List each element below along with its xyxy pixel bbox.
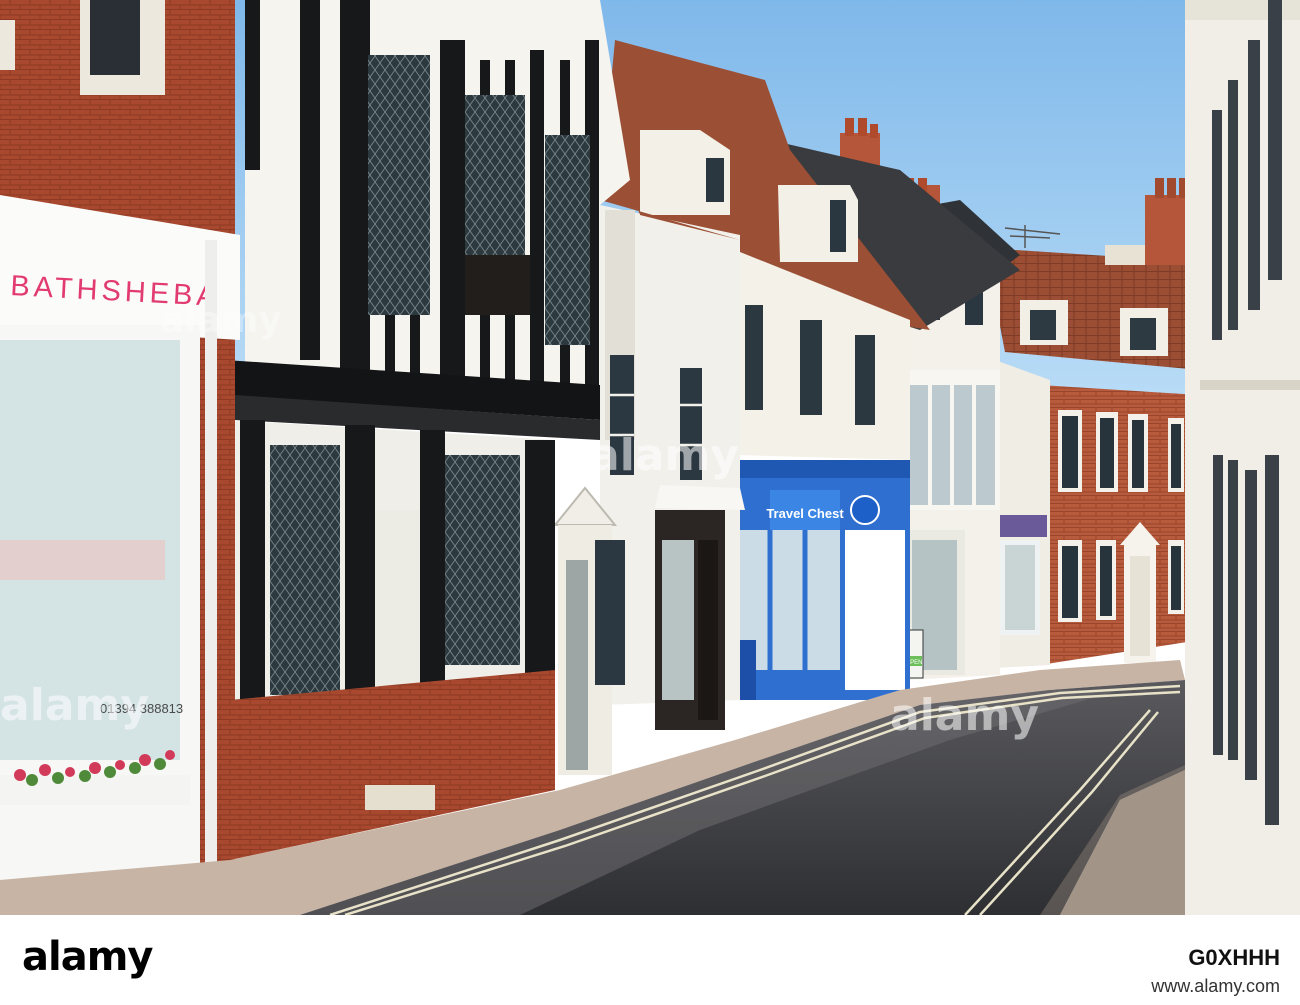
phone-number: 01394 388813 <box>100 701 183 716</box>
image-id-block: G0XHHH www.alamy.com <box>1151 944 1280 1000</box>
site-url: www.alamy.com <box>1151 976 1280 996</box>
leaded-window-1 <box>368 55 430 315</box>
travel-shop-sign: Travel Chest <box>766 506 844 521</box>
stock-footer <box>0 915 1300 1005</box>
leaded-window-2 <box>465 95 525 255</box>
street-photo: OPEN Travel Chest BATHSHEBA 01394 388813 <box>0 0 1300 915</box>
right-white-building <box>1185 0 1300 915</box>
image-id: G0XHHH <box>1188 945 1280 970</box>
shop-logo-disc <box>850 495 880 525</box>
leaded-window-4 <box>270 445 340 695</box>
leaded-window-5 <box>445 455 520 665</box>
alamy-logo: alamy <box>22 934 153 980</box>
leaded-window-3 <box>545 135 590 345</box>
